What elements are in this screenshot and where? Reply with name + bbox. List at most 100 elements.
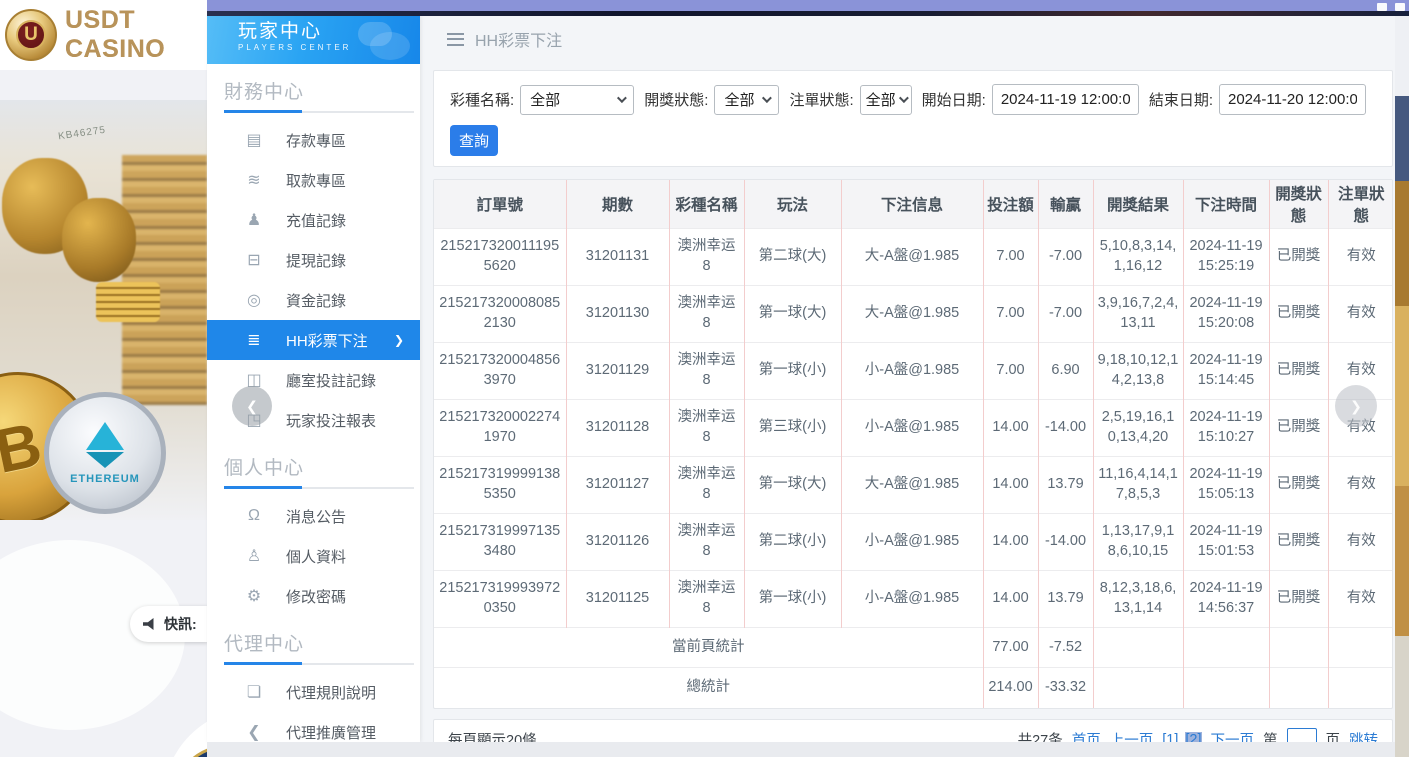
sidebar-item-label: 提現記錄 bbox=[286, 250, 346, 271]
sidebar-item-cashout[interactable]: ⊟ 提現記錄 bbox=[207, 240, 420, 280]
table-cell: 澳洲幸运8 bbox=[669, 229, 744, 286]
window-icon bbox=[1377, 3, 1387, 11]
table-cell: 14.00 bbox=[983, 457, 1038, 514]
top-purple-strip bbox=[207, 0, 1409, 11]
coin-stack-backdrop bbox=[122, 155, 207, 405]
section-underline bbox=[224, 663, 414, 665]
end-date-input[interactable] bbox=[1219, 84, 1366, 115]
sidebar-item-label: 充值記錄 bbox=[286, 210, 346, 231]
table-cell: 第三球(小) bbox=[744, 400, 841, 457]
crypto-photo: KB46275 B ETHEREUM bbox=[0, 100, 207, 520]
column-header: 開獎狀態 bbox=[1269, 180, 1328, 229]
sidebar-item-funds[interactable]: ◎資金記錄 bbox=[207, 280, 420, 320]
table-cell: -14.00 bbox=[1038, 400, 1093, 457]
table-cell: 有效 bbox=[1328, 514, 1393, 571]
sidebar-item-lottery[interactable]: ≣HH彩票下注❯ bbox=[207, 320, 420, 360]
table-cell: 2,5,19,16,10,13,4,20 bbox=[1093, 400, 1183, 457]
sidebar-item-withdraw[interactable]: ≋取款專區 bbox=[207, 160, 420, 200]
table-cell: 第一球(大) bbox=[744, 286, 841, 343]
gamepad-icon bbox=[370, 32, 410, 60]
ethereum-logo-icon bbox=[86, 452, 124, 468]
column-header: 期數 bbox=[566, 180, 669, 229]
sidebar-item-label: 消息公告 bbox=[286, 506, 346, 527]
sidebar-item-label: 存款專區 bbox=[286, 130, 346, 151]
search-button[interactable]: 查詢 bbox=[450, 125, 498, 156]
share-icon: ❮ bbox=[244, 722, 264, 742]
sidebar-collapse-button[interactable]: ❮ bbox=[232, 386, 272, 426]
background-panel: KB46275 B ETHEREUM bbox=[0, 0, 207, 757]
brand-logo-icon: U bbox=[5, 9, 57, 61]
table-cell: 9,18,10,12,14,2,13,8 bbox=[1093, 343, 1183, 400]
bell-icon: Ω bbox=[244, 507, 264, 525]
table-cell: 有效 bbox=[1328, 286, 1393, 343]
ticker-label: 快訊: bbox=[164, 614, 197, 634]
table-cell: 13.79 bbox=[1038, 571, 1093, 628]
withdraw-icon: ≋ bbox=[244, 170, 264, 190]
sidebar-item-label: 廳室投註記錄 bbox=[286, 370, 376, 391]
sidebar-item-user[interactable]: ♙個人資料 bbox=[207, 536, 420, 576]
summary-empty-cell bbox=[1269, 668, 1328, 708]
summary-bet-total: 214.00 bbox=[983, 668, 1038, 708]
order-status-select[interactable]: 全部 bbox=[860, 85, 912, 115]
summary-winloss-total: -33.32 bbox=[1038, 668, 1093, 708]
column-header: 彩種名稱 bbox=[669, 180, 744, 229]
summary-label: 總統計 bbox=[434, 668, 983, 708]
chevron-down-icon bbox=[617, 93, 627, 103]
table-cell: 大-A盤@1.985 bbox=[841, 229, 983, 286]
draw-status-select[interactable]: 全部 bbox=[714, 85, 779, 115]
sidebar-item-document[interactable]: ❏代理規則說明 bbox=[207, 672, 420, 712]
table-row: 215217319999138535031201127澳洲幸运8第一球(大)大-… bbox=[434, 457, 1393, 514]
sidebar-item-recharge[interactable]: ♟ 充值記錄 bbox=[207, 200, 420, 240]
table-cell: 2152173200080852130 bbox=[434, 286, 566, 343]
lottery-name-select[interactable]: 全部 bbox=[520, 85, 634, 115]
table-cell: 2152173200022741970 bbox=[434, 400, 566, 457]
menu-toggle-icon[interactable] bbox=[447, 33, 464, 46]
table-cell: 31201129 bbox=[566, 343, 669, 400]
table-cell: 5,10,8,3,14,1,16,12 bbox=[1093, 229, 1183, 286]
chevron-down-icon bbox=[899, 93, 909, 103]
table-cell: 已開獎 bbox=[1269, 571, 1328, 628]
table-cell: 有效 bbox=[1328, 229, 1393, 286]
table-row: 215217320004856397031201129澳洲幸运8第一球(小)小-… bbox=[434, 343, 1393, 400]
cashout-icon: ⊟ bbox=[244, 250, 264, 270]
dark-divider-strip bbox=[207, 11, 1409, 16]
column-header: 注單狀態 bbox=[1328, 180, 1393, 229]
draw-status-label: 開獎狀態: bbox=[644, 89, 708, 110]
start-date-label: 開始日期: bbox=[922, 89, 986, 110]
table-cell: 第一球(大) bbox=[744, 457, 841, 514]
section-underline bbox=[224, 487, 414, 489]
sidebar-item-label: 玩家投注報表 bbox=[286, 410, 376, 431]
start-date-input[interactable] bbox=[992, 84, 1139, 115]
panel-collapse-button[interactable]: ❯ bbox=[1335, 385, 1377, 427]
bet-records-table: 訂單號期數彩種名稱玩法下注信息投注額輸贏開獎結果下注時間開獎狀態注單狀態 215… bbox=[434, 180, 1393, 708]
table-cell: 澳洲幸运8 bbox=[669, 343, 744, 400]
table-cell: 14.00 bbox=[983, 571, 1038, 628]
summary-bet-total: 77.00 bbox=[983, 628, 1038, 668]
table-cell: 6.90 bbox=[1038, 343, 1093, 400]
news-ticker[interactable]: 快訊: bbox=[130, 606, 208, 642]
table-cell: 31201128 bbox=[566, 400, 669, 457]
table-cell: 澳洲幸运8 bbox=[669, 514, 744, 571]
sidebar-item-deposit[interactable]: ▤存款專區 bbox=[207, 120, 420, 160]
sidebar-header: 玩家中心 PLAYERS CENTER bbox=[207, 16, 420, 64]
sidebar-item-label: 代理推廣管理 bbox=[286, 722, 376, 743]
table-cell: 3,9,16,7,2,4,13,11 bbox=[1093, 286, 1183, 343]
recharge-icon: ♟ bbox=[244, 210, 264, 230]
table-cell: 31201131 bbox=[566, 229, 669, 286]
table-cell: 澳洲幸运8 bbox=[669, 286, 744, 343]
table-cell: 第二球(大) bbox=[744, 229, 841, 286]
table-cell: 2152173200111955620 bbox=[434, 229, 566, 286]
column-header: 下注時間 bbox=[1183, 180, 1269, 229]
summary-empty-cell bbox=[1093, 668, 1183, 708]
table-cell: 澳洲幸运8 bbox=[669, 457, 744, 514]
summary-empty-cell bbox=[1269, 628, 1328, 668]
sidebar-item-bell[interactable]: Ω 消息公告 bbox=[207, 496, 420, 536]
table-cell: 第一球(小) bbox=[744, 571, 841, 628]
table-cell: 2024-11-19 15:20:08 bbox=[1183, 286, 1269, 343]
table-cell: 已開獎 bbox=[1269, 286, 1328, 343]
column-header: 投注額 bbox=[983, 180, 1038, 229]
sidebar-item-gear[interactable]: ⚙修改密碼 bbox=[207, 576, 420, 616]
table-row: 215217320002274197031201128澳洲幸运8第三球(小)小-… bbox=[434, 400, 1393, 457]
sidebar-item-label: 修改密碼 bbox=[286, 586, 346, 607]
summary-empty-cell bbox=[1328, 628, 1393, 668]
